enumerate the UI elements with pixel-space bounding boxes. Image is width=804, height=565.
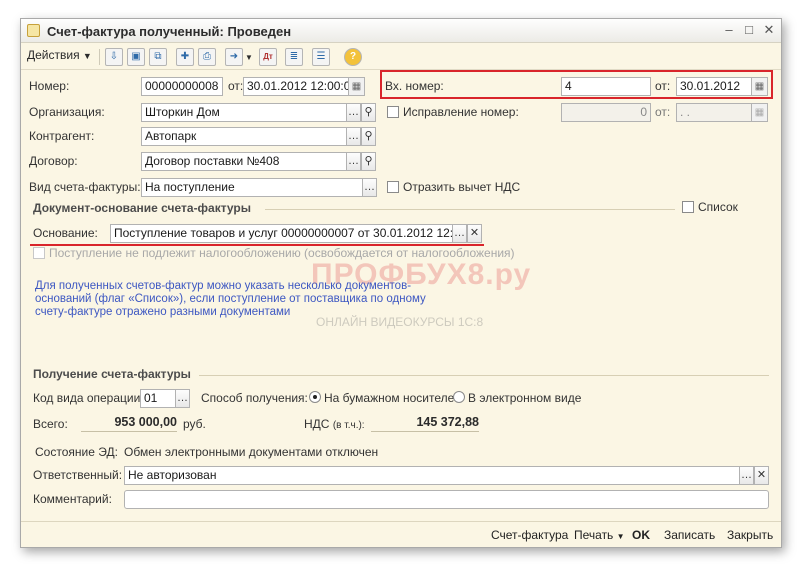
close-window-button[interactable]: ✕ — [761, 22, 777, 38]
clear-icon[interactable]: ✕ — [467, 224, 482, 243]
toolbar: Действия ▼ ⇩ ▣ ⧉ ✚ ⎙ ➜ ▼ Дт ≣ ☰ ? — [21, 44, 781, 70]
incoming-date-input[interactable]: 30.01.2012 — [676, 77, 752, 96]
paper-radio[interactable] — [309, 391, 321, 403]
paper-label: На бумажном носителе — [324, 391, 455, 405]
calendar-icon[interactable]: ▦ — [751, 77, 768, 96]
number-label: Номер: — [29, 79, 70, 93]
electronic-label: В электронном виде — [468, 391, 582, 405]
vat-deduction-checkbox[interactable] — [387, 181, 399, 193]
chevron-down-icon[interactable]: ▼ — [245, 53, 253, 62]
actions-menu[interactable]: Действия ▼ — [27, 48, 92, 62]
total-label: Всего: — [33, 417, 68, 431]
print-icon[interactable]: ⎙ — [198, 48, 216, 66]
close-button[interactable]: Закрыть — [727, 528, 773, 542]
operation-code-input[interactable]: 01 — [140, 389, 176, 408]
section-divider — [265, 209, 675, 210]
clear-icon[interactable]: ✕ — [754, 466, 769, 485]
vat-value: 145 372,88 — [371, 415, 479, 432]
dt-kt-icon[interactable]: Дт — [259, 48, 277, 66]
method-label: Способ получения: — [201, 391, 308, 405]
actions-label: Действия — [27, 48, 80, 62]
total-value: 953 000,00 — [81, 415, 177, 432]
save-button[interactable]: Записать — [664, 528, 715, 542]
invoice-window: Счет-фактура полученный: Проведен – □ ✕ … — [20, 18, 782, 548]
receipt-section-title: Получение счета-фактуры — [33, 367, 191, 381]
from-label: от: — [228, 79, 244, 93]
help-icon[interactable]: ? — [344, 48, 362, 66]
basis-input[interactable]: Поступление товаров и услуг 00000000007 … — [110, 224, 453, 243]
select-button[interactable]: … — [362, 178, 377, 197]
basis-section-title: Документ-основание счета-фактуры — [33, 201, 252, 215]
organization-input[interactable]: Шторкин Дом — [141, 103, 347, 122]
responsible-input[interactable]: Не авторизован — [124, 466, 740, 485]
calendar-icon[interactable]: ▦ — [751, 103, 768, 122]
invoice-type-input[interactable]: На поступление — [141, 178, 363, 197]
correction-label: Исправление номер: — [403, 105, 519, 119]
operation-code-label: Код вида операции: — [33, 391, 144, 405]
print-menu-button[interactable]: Печать ▼ — [574, 528, 625, 542]
vat-label-text: НДС — [304, 417, 330, 431]
section-divider — [199, 375, 769, 376]
not-taxable-checkbox[interactable] — [33, 247, 45, 259]
select-button[interactable]: … — [346, 103, 361, 122]
currency-label: руб. — [183, 417, 206, 431]
report-icon[interactable]: ≣ — [285, 48, 303, 66]
goto-icon[interactable]: ➜ — [225, 48, 243, 66]
list-checkbox[interactable] — [682, 201, 694, 213]
electronic-radio[interactable] — [453, 391, 465, 403]
calendar-icon[interactable]: ▦ — [348, 77, 365, 96]
basis-label: Основание: — [33, 226, 98, 240]
chevron-down-icon: ▼ — [82, 51, 92, 61]
title-bar: Счет-фактура полученный: Проведен – □ ✕ — [21, 19, 781, 43]
document-icon — [27, 24, 40, 37]
ed-state-label: Состояние ЭД: — [35, 445, 118, 459]
comment-label: Комментарий: — [33, 492, 112, 506]
number-input[interactable]: 00000000008 — [141, 77, 223, 96]
search-icon[interactable]: ⚲ — [361, 152, 376, 171]
save-icon[interactable]: ⇩ — [105, 48, 123, 66]
invoice-type-label: Вид счета-фактуры: — [29, 180, 141, 194]
date-input[interactable]: 30.01.2012 12:00:00 — [243, 77, 349, 96]
vat-label: НДС (в т.ч.): — [304, 417, 365, 431]
responsible-label: Ответственный: — [33, 468, 123, 482]
copy-icon[interactable]: ⧉ — [149, 48, 167, 66]
vat-suffix: (в т.ч.): — [332, 420, 365, 431]
ed-state-value: Обмен электронными документами отключен — [124, 445, 379, 459]
select-button[interactable]: … — [739, 466, 754, 485]
search-icon[interactable]: ⚲ — [361, 127, 376, 146]
correction-date-input[interactable]: . . — [676, 103, 752, 122]
list-label: Список — [698, 200, 738, 214]
window-title: Счет-фактура полученный: Проведен — [47, 24, 292, 39]
select-button[interactable]: … — [452, 224, 467, 243]
contract-input[interactable]: Договор поставки №408 — [141, 152, 347, 171]
select-button[interactable]: … — [346, 152, 361, 171]
bottom-bar: Счет-фактура Печать ▼ OK Записать Закрыт… — [21, 521, 781, 548]
incoming-number-label: Вх. номер: — [385, 79, 444, 93]
vat-deduction-label: Отразить вычет НДС — [403, 180, 521, 194]
maximize-button[interactable]: □ — [741, 22, 757, 38]
print-label: Печать — [574, 528, 614, 542]
table-icon[interactable]: ☰ — [312, 48, 330, 66]
post-icon[interactable]: ▣ — [127, 48, 145, 66]
chevron-down-icon: ▼ — [616, 532, 625, 541]
correction-checkbox[interactable] — [387, 106, 399, 118]
ok-button[interactable]: OK — [632, 528, 650, 542]
counterparty-label: Контрагент: — [29, 129, 95, 143]
search-icon[interactable]: ⚲ — [361, 103, 376, 122]
organization-label: Организация: — [29, 105, 105, 119]
incoming-from-label: от: — [655, 79, 671, 93]
select-button[interactable]: … — [346, 127, 361, 146]
select-button[interactable]: … — [175, 389, 190, 408]
correction-number-input[interactable]: 0 — [561, 103, 651, 122]
correction-from-label: от: — [655, 105, 671, 119]
incoming-number-input[interactable]: 4 — [561, 77, 651, 96]
basis-info-text: Для полученных счетов-фактур можно указа… — [35, 280, 426, 318]
contract-label: Договор: — [29, 154, 78, 168]
toolbar-separator — [99, 49, 100, 65]
minimize-button[interactable]: – — [721, 22, 737, 38]
counterparty-input[interactable]: Автопарк — [141, 127, 347, 146]
document-new-icon[interactable]: ✚ — [176, 48, 194, 66]
invoice-button[interactable]: Счет-фактура — [491, 528, 568, 542]
comment-input[interactable] — [124, 490, 769, 509]
